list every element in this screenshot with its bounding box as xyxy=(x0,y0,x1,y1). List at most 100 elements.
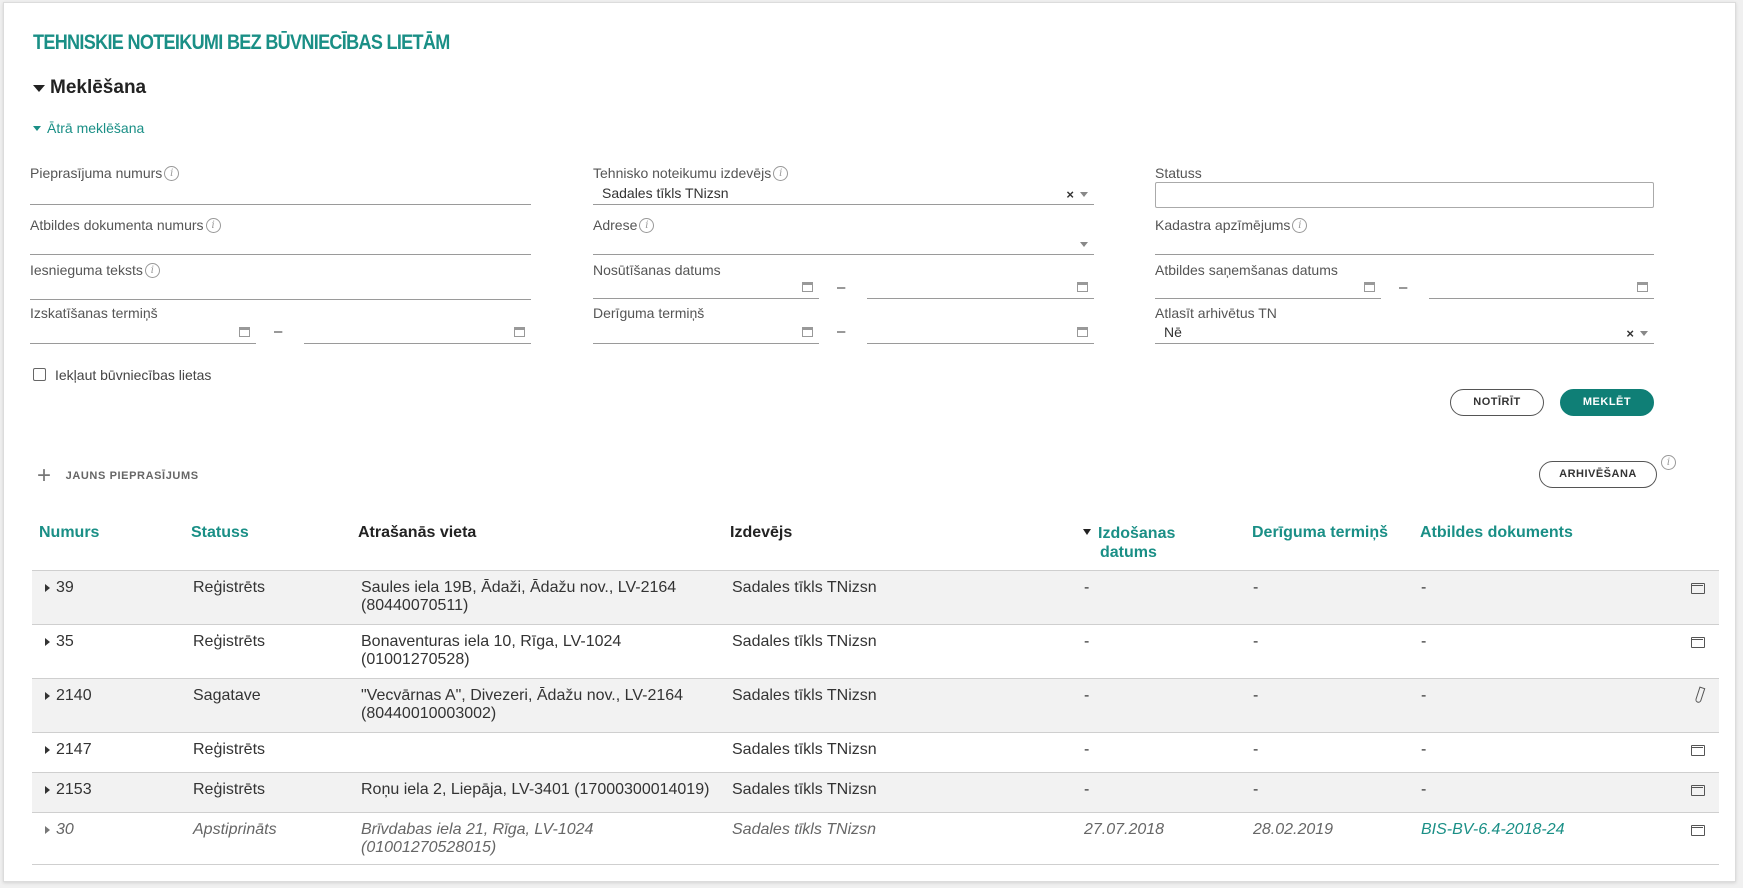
expand-icon[interactable] xyxy=(45,826,50,834)
quick-search-toggle[interactable]: Ātrā meklēšana xyxy=(33,120,144,136)
folder-icon[interactable] xyxy=(1691,825,1705,836)
col-header-issue-date[interactable]: Izdošanas datums xyxy=(1083,524,1175,562)
status-label-text: Statuss xyxy=(1155,165,1202,181)
row-response-doc: - xyxy=(1421,687,1427,704)
col-header-validity[interactable]: Derīguma termiņš xyxy=(1252,524,1388,542)
calendar-icon[interactable] xyxy=(1077,282,1088,292)
row-number: 2140 xyxy=(56,687,92,704)
expand-icon[interactable] xyxy=(45,638,50,646)
info-icon[interactable]: i xyxy=(205,217,221,233)
response-received-from-input[interactable] xyxy=(1155,277,1381,299)
row-validity: - xyxy=(1253,687,1259,704)
clear-icon[interactable]: × xyxy=(1066,185,1074,205)
row-number: 2153 xyxy=(56,781,92,798)
response-received-to-input[interactable] xyxy=(1429,277,1654,299)
row-issuer: Sadales tīkls TNizsn xyxy=(732,821,877,838)
sent-date-label-text: Nosūtīšanas datums xyxy=(593,262,721,278)
issuer-select[interactable]: Sadales tīkls TNizsn × xyxy=(593,183,1094,205)
range-dash: – xyxy=(837,323,846,340)
table-row[interactable]: 35 Reģistrēts Bonaventuras iela 10, Rīga… xyxy=(32,624,1719,678)
clear-button[interactable]: NOTĪRĪT xyxy=(1450,389,1544,416)
status-input[interactable] xyxy=(1155,182,1654,208)
pencil-icon[interactable] xyxy=(1694,686,1706,704)
archiving-button[interactable]: ARHIVĒŠANA xyxy=(1539,461,1657,488)
clear-icon[interactable]: × xyxy=(1626,324,1634,344)
response-received-date-label-text: Atbildes saņemšanas datums xyxy=(1155,262,1338,278)
folder-icon[interactable] xyxy=(1691,583,1705,594)
search-button[interactable]: MEKLĒT xyxy=(1560,389,1654,416)
row-location: Bonaventuras iela 10, Rīga, LV-1024 xyxy=(361,633,622,650)
info-icon[interactable]: i xyxy=(1661,455,1676,470)
application-text-label: Iesnieguma teksts i xyxy=(30,262,160,278)
chevron-down-icon[interactable] xyxy=(1080,242,1088,247)
row-location-cadastre: (01001270528015) xyxy=(361,839,497,856)
new-request-button[interactable]: + JAUNS PIEPRASĪJUMS xyxy=(37,462,199,489)
search-section-toggle[interactable]: Meklēšana xyxy=(33,77,146,99)
col-header-status[interactable]: Statuss xyxy=(191,524,249,542)
address-label-text: Adrese xyxy=(593,217,638,233)
chevron-down-icon[interactable] xyxy=(1080,192,1088,197)
row-validity: - xyxy=(1253,781,1259,798)
validity-to-input[interactable] xyxy=(867,322,1094,344)
folder-icon[interactable] xyxy=(1691,637,1705,648)
cadastre-input[interactable] xyxy=(1155,233,1654,255)
status-label: Statuss xyxy=(1155,165,1202,181)
col-header-number[interactable]: Numurs xyxy=(39,524,99,542)
calendar-icon[interactable] xyxy=(802,282,813,292)
calendar-icon[interactable] xyxy=(1637,282,1648,292)
validity-from-input[interactable] xyxy=(593,322,819,344)
row-response-doc: - xyxy=(1421,781,1427,798)
select-archived-select[interactable]: Nē × xyxy=(1155,322,1654,344)
row-issue-date: - xyxy=(1084,633,1090,650)
table-row[interactable]: 39 Reģistrēts Saules iela 19B, Ādaži, Ād… xyxy=(32,570,1719,624)
sent-date-to-input[interactable] xyxy=(867,277,1094,299)
table-row[interactable]: 30 Apstiprināts Brīvdabas iela 21, Rīga,… xyxy=(32,812,1719,864)
calendar-icon[interactable] xyxy=(1364,282,1375,292)
response-doc-number-input[interactable] xyxy=(30,233,531,255)
calendar-icon[interactable] xyxy=(1077,327,1088,337)
caret-down-icon xyxy=(33,125,41,131)
row-response-doc-link[interactable]: BIS-BV-6.4-2018-24 xyxy=(1421,821,1564,839)
chevron-down-icon[interactable] xyxy=(1640,331,1648,336)
table-bottom-border xyxy=(32,864,1719,865)
info-icon[interactable]: i xyxy=(773,165,789,181)
info-icon[interactable]: i xyxy=(1292,217,1308,233)
include-cases-checkbox[interactable] xyxy=(33,368,46,381)
folder-icon[interactable] xyxy=(1691,785,1705,796)
calendar-icon[interactable] xyxy=(239,327,250,337)
cadastre-label-text: Kadastra apzīmējums xyxy=(1155,217,1291,233)
row-issuer: Sadales tīkls TNizsn xyxy=(732,579,877,596)
address-select[interactable] xyxy=(593,233,1094,255)
col-header-issue-date-line2: datums xyxy=(1100,544,1157,561)
request-number-input[interactable] xyxy=(30,183,531,205)
row-validity: 28.02.2019 xyxy=(1253,821,1334,838)
calendar-icon[interactable] xyxy=(802,327,813,337)
expand-icon[interactable] xyxy=(45,584,50,592)
info-icon[interactable]: i xyxy=(639,217,655,233)
col-header-response-doc[interactable]: Atbildes dokuments xyxy=(1420,524,1573,542)
review-deadline-to-input[interactable] xyxy=(304,322,531,344)
table-row[interactable]: 2147 Reģistrēts Sadales tīkls TNizsn - -… xyxy=(32,732,1719,772)
expand-icon[interactable] xyxy=(45,692,50,700)
row-location: Roņu iela 2, Liepāja, LV-3401 (170003000… xyxy=(361,781,710,798)
row-location-cadastre: (80440070511) xyxy=(361,597,469,614)
info-icon[interactable]: i xyxy=(164,165,180,181)
plus-icon: + xyxy=(37,462,52,489)
quick-search-label: Ātrā meklēšana xyxy=(47,120,145,136)
range-dash: – xyxy=(837,279,846,296)
table-row[interactable]: 2153 Reģistrēts Roņu iela 2, Liepāja, LV… xyxy=(32,772,1719,812)
folder-icon[interactable] xyxy=(1691,745,1705,756)
response-doc-number-label-text: Atbildes dokumenta numurs xyxy=(30,217,204,233)
row-status: Reģistrēts xyxy=(193,741,266,758)
info-icon[interactable]: i xyxy=(144,262,160,278)
expand-icon[interactable] xyxy=(45,786,50,794)
row-location: "Vecvārnas A", Divezeri, Ādažu nov., LV-… xyxy=(361,687,684,704)
range-dash: – xyxy=(274,323,283,340)
table-row[interactable]: 2140 Sagatave "Vecvārnas A", Divezeri, Ā… xyxy=(32,678,1719,732)
validity-period-label: Derīguma termiņš xyxy=(593,305,704,321)
expand-icon[interactable] xyxy=(45,746,50,754)
calendar-icon[interactable] xyxy=(514,327,525,337)
sent-date-from-input[interactable] xyxy=(593,277,819,299)
application-text-input[interactable] xyxy=(30,278,531,300)
review-deadline-from-input[interactable] xyxy=(30,322,256,344)
